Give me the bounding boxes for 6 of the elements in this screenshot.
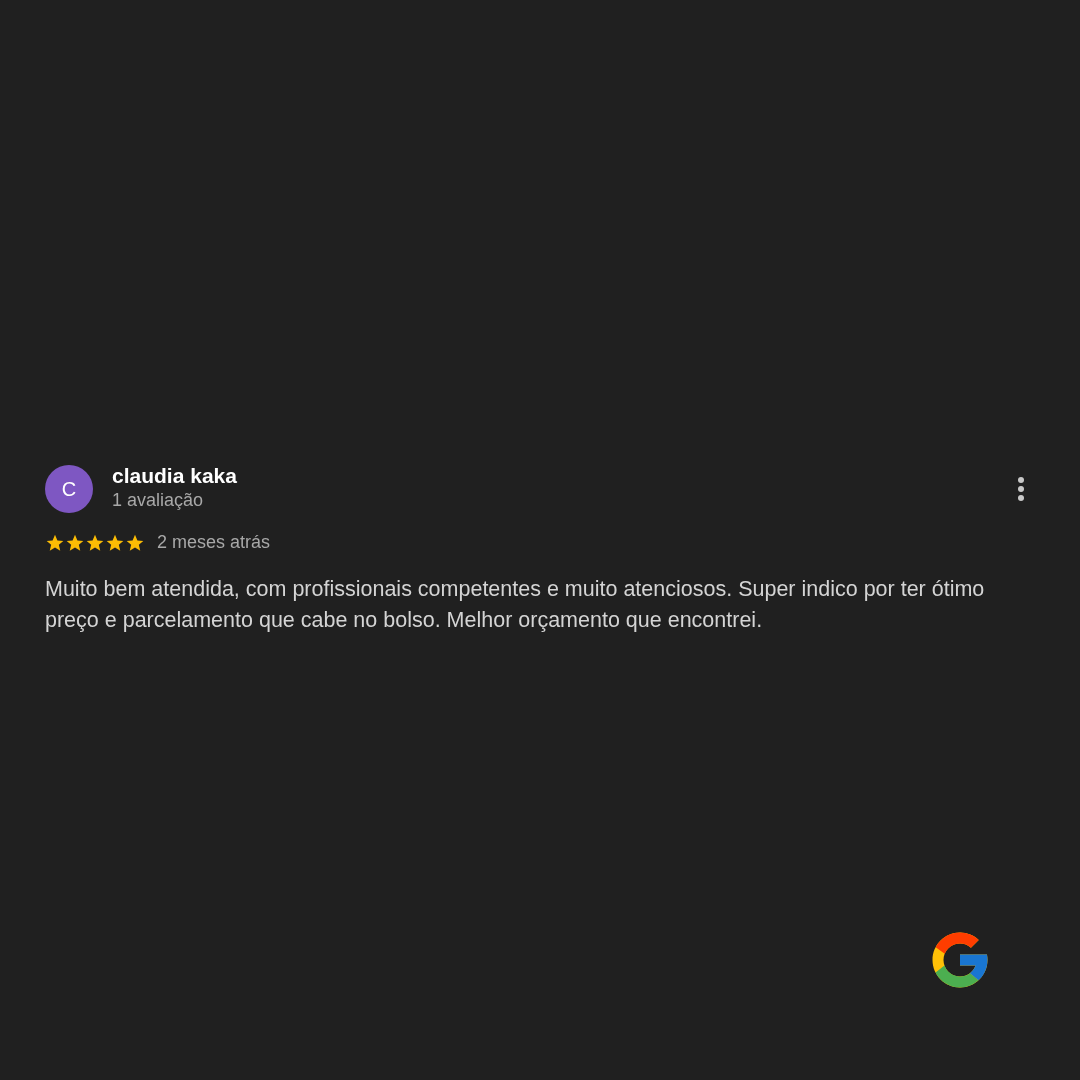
review-count: 1 avaliação [112, 489, 205, 511]
author-name: claudia kaka [112, 463, 238, 489]
avatar: C [45, 465, 93, 513]
review-text: Muito bem atendida, com profissionais competentes e muito atenciosos. Super indico por ter ótimo preço e parcelamento que cabe no bolso. Melhor orçamento que encontrei. [45, 576, 986, 634]
more-icon[interactable] [1017, 476, 1025, 502]
review-time: 2 meses atrás [157, 531, 271, 554]
